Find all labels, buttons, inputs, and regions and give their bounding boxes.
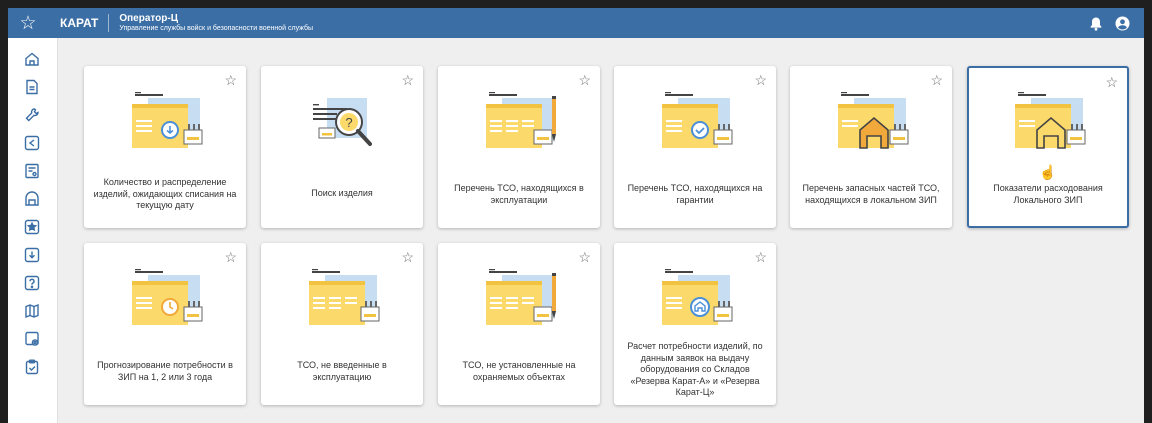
favorite-star-icon[interactable]: ☆ [224,250,237,264]
app-title: Оператор-Ц [119,13,179,24]
clock-folder-icon [84,269,246,331]
clipboard-icon[interactable] [23,358,41,376]
app-subtitle: Управление службы войск и безопасности в… [119,25,313,32]
card-item-search[interactable]: ☆ ? Поиск изделия [261,66,423,228]
favorite-star-icon[interactable]: ☆ [578,250,591,264]
bell-icon[interactable] [1089,16,1103,31]
archive-icon[interactable] [23,190,41,208]
map-icon[interactable] [23,302,41,320]
house-orange-folder-icon [790,92,952,158]
account-circle-icon[interactable] [1115,16,1130,31]
home-icon[interactable] [23,50,41,68]
settings-doc-icon[interactable] [23,330,41,348]
header-actions [1089,16,1144,31]
card-label: Прогнозирование потребности в ЗИП на 1, … [97,360,233,382]
pen-folder-icon [438,269,600,335]
report-icon[interactable] [23,162,41,180]
house-blue-folder-icon [614,269,776,331]
download-folder-icon [84,92,246,154]
card-tso-not-commissioned[interactable]: ☆ ТСО, не введенные в эксплуатацию [261,243,423,405]
search-magnifier-icon: ? [261,92,423,160]
card-tso-warranty[interactable]: ☆ Перечень ТСО, находящихся на гарантии [614,66,776,228]
main-content: ☆ Количество и распределение изделий, ож… [58,38,1144,423]
card-label: ТСО, не введенные в эксплуатацию [297,360,387,382]
app-window: ☆ КАРАТ Оператор-Ц Управление службы вой… [0,0,1152,423]
wrench-icon[interactable] [23,106,41,124]
document-icon[interactable] [23,78,41,96]
svg-text:?: ? [345,115,352,130]
card-writeoff-distribution[interactable]: ☆ Количество и распределение изделий, ож… [84,66,246,228]
card-local-zip-consumption[interactable]: ☆ ☝ Показатели расходования Локального З… [967,66,1129,228]
return-icon[interactable] [23,134,41,152]
card-label: Количество и распределение изделий, ожид… [93,177,237,210]
favorite-star-icon[interactable]: ☆ [930,73,943,87]
check-folder-icon [614,92,776,154]
card-label: Перечень ТСО, находящихся в эксплуатации [454,183,584,205]
card-label: Перечень ТСО, находящихся на гарантии [627,183,763,205]
favorite-star-icon[interactable]: ☆ [401,73,414,87]
favorite-star-icon[interactable]: ☆ [401,250,414,264]
star-box-icon[interactable] [23,218,41,236]
card-spare-parts-local-zip[interactable]: ☆ Перечень запасных частей ТСО, находящи… [790,66,952,228]
sidebar [8,38,58,423]
card-label: Поиск изделия [311,188,373,198]
card-label: Перечень запасных частей ТСО, находящихс… [802,183,940,205]
top-bar: ☆ КАРАТ Оператор-Ц Управление службы вой… [8,8,1144,38]
brand-logo[interactable]: КАРАТ [48,14,110,32]
favorites-star-icon[interactable]: ☆ [8,8,48,38]
hand-pointer-icon: ☝ [1039,164,1057,180]
card-label: Показатели расходования Локального ЗИП [993,183,1103,205]
card-tso-in-operation[interactable]: ☆ Перечень ТСО, находящихся в эксплуатац… [438,66,600,228]
house-outline-folder-icon [969,92,1127,158]
app-titles: Оператор-Ц Управление службы войск и без… [109,13,313,33]
favorite-star-icon[interactable]: ☆ [754,250,767,264]
card-tso-not-installed[interactable]: ☆ ТСО, не установленные на охраняемых об… [438,243,600,405]
download-icon[interactable] [23,246,41,264]
favorite-star-icon[interactable]: ☆ [578,73,591,87]
pen-folder-icon [438,92,600,158]
plain-folder-icon [261,269,423,331]
favorite-star-icon[interactable]: ☆ [224,73,237,87]
card-label: ТСО, не установленные на охраняемых объе… [462,360,576,382]
help-box-icon[interactable] [23,274,41,292]
favorite-star-icon[interactable]: ☆ [754,73,767,87]
card-label: Расчет потребности изделий, по данным за… [627,341,763,397]
favorite-star-icon[interactable]: ☆ [1105,75,1118,89]
card-demand-calculation[interactable]: ☆ Расчет потребности изделий, по данным … [614,243,776,405]
card-zip-forecast[interactable]: ☆ Прогнозирование потребности в ЗИП на 1… [84,243,246,405]
